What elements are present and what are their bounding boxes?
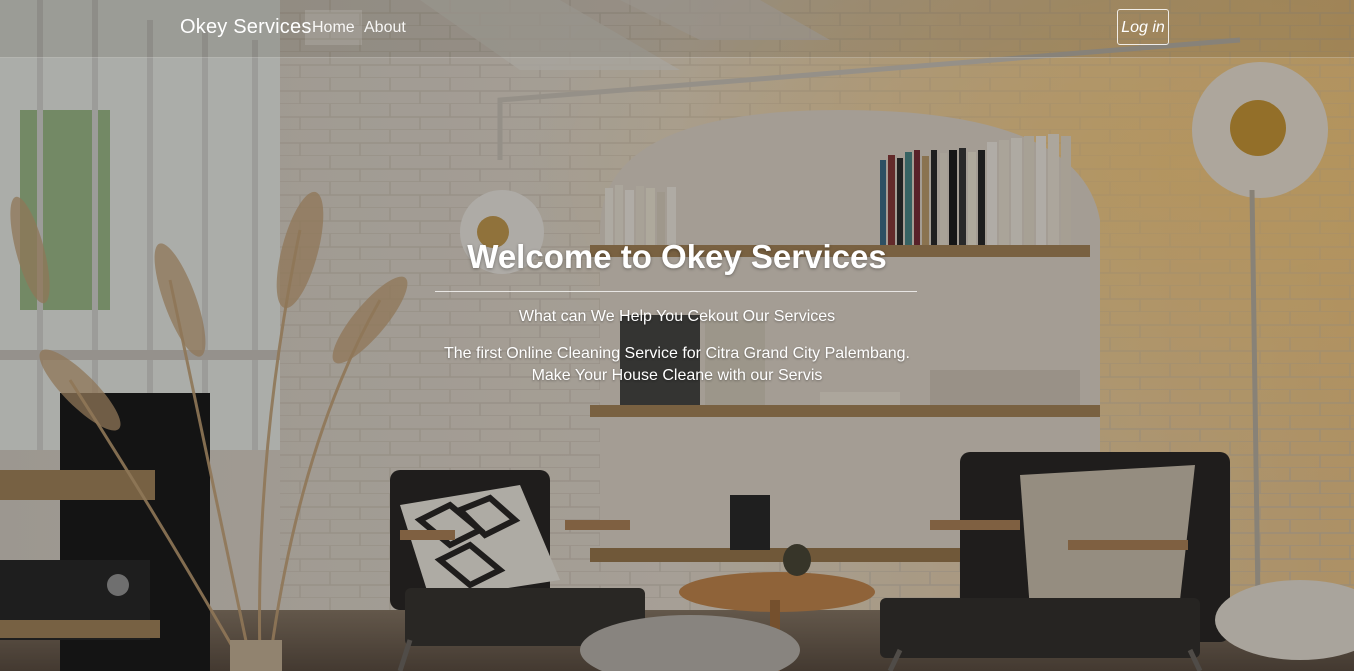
- hero-title: Welcome to Okey Services: [467, 238, 887, 275]
- hero-divider: [435, 291, 917, 292]
- hero-subtitle: What can We Help You Cekout Our Services: [518, 308, 836, 325]
- nav-link-about[interactable]: About: [357, 10, 413, 45]
- top-navbar: Okey Services Home About Log in: [0, 0, 1354, 58]
- brand-logo-link[interactable]: Okey Services: [180, 16, 312, 39]
- background-dim-overlay: [0, 0, 1354, 671]
- hero-description: The first Online Cleaning Service for Ci…: [444, 345, 910, 384]
- login-button[interactable]: Log in: [1117, 9, 1169, 45]
- nav-link-home[interactable]: Home: [305, 10, 362, 45]
